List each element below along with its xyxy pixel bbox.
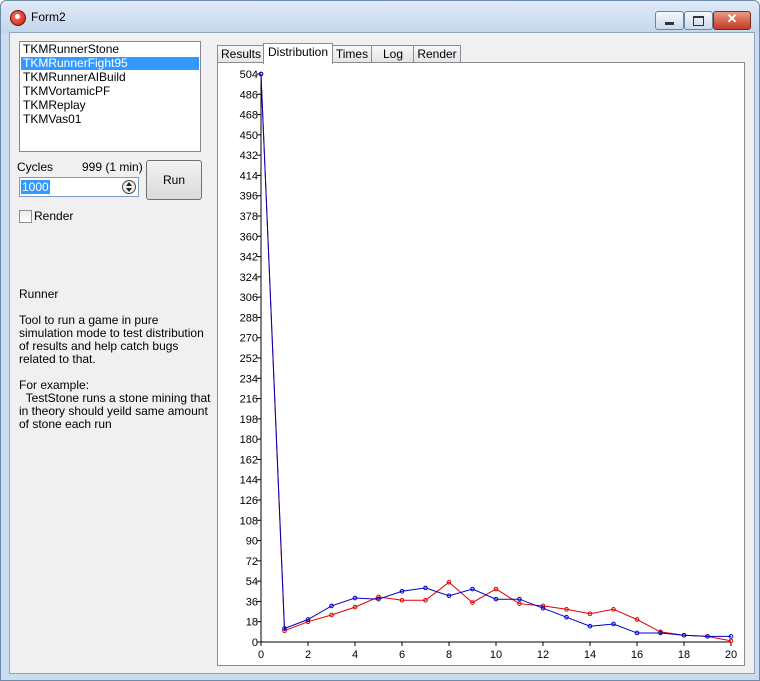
runner-item-aibuild[interactable]: TKMRunnerAIBuild xyxy=(21,71,199,84)
y-tick-label: 72 xyxy=(246,556,258,568)
x-tick-label: 10 xyxy=(490,649,502,661)
cycles-estimate: 999 (1 min) xyxy=(82,160,143,174)
y-tick-label: 18 xyxy=(246,617,258,629)
window-title: Form2 xyxy=(31,10,66,24)
y-tick-label: 414 xyxy=(240,170,258,182)
render-checkbox-label: Render xyxy=(34,209,74,223)
y-tick-label: 450 xyxy=(240,130,258,142)
x-tick-label: 2 xyxy=(305,649,311,661)
tab-log[interactable]: Log xyxy=(371,45,415,63)
app-icon xyxy=(10,10,26,26)
title-bar[interactable]: Form2 ✕ xyxy=(1,1,759,33)
render-checkbox[interactable] xyxy=(19,210,32,223)
x-tick-label: 4 xyxy=(352,649,358,661)
y-tick-label: 504 xyxy=(240,69,258,81)
runner-item-replay[interactable]: TKMReplay xyxy=(21,99,199,112)
description-example-text: TestStone runs a stone mining that in th… xyxy=(19,391,214,431)
y-tick-label: 108 xyxy=(240,515,258,527)
runner-description: Runner Tool to run a game in pure simula… xyxy=(19,288,214,431)
maximize-button[interactable] xyxy=(684,11,713,30)
cycles-value: 1000 xyxy=(21,180,50,194)
distribution-chart: 0183654729010812614416218019821623425227… xyxy=(240,69,737,661)
y-tick-label: 378 xyxy=(240,211,258,223)
runner-item-stone[interactable]: TKMRunnerStone xyxy=(21,43,199,56)
x-tick-label: 14 xyxy=(584,649,596,661)
distribution-page: 0 18 36 54 72 90 108 126 144 162 180 198 216 234 252 27… xyxy=(217,62,745,666)
y-tick-label: 90 xyxy=(246,536,258,548)
y-tick-label: 0 xyxy=(252,637,258,649)
x-tick-label: 18 xyxy=(678,649,690,661)
y-tick-label: 180 xyxy=(240,434,258,446)
y-tick-label: 324 xyxy=(240,272,258,284)
x-tick-label: 0 xyxy=(258,649,264,661)
y-tick-label: 36 xyxy=(246,596,258,608)
tab-results[interactable]: Results xyxy=(217,45,265,63)
y-tick-label: 288 xyxy=(240,312,258,324)
runner-item-vortamicpf[interactable]: TKMVortamicPF xyxy=(21,85,199,98)
y-tick-label: 486 xyxy=(240,89,258,101)
y-tick-label: 468 xyxy=(240,110,258,122)
y-tick-label: 342 xyxy=(240,252,258,264)
y-tick-label: 360 xyxy=(240,231,258,243)
y-tick-label: 252 xyxy=(240,353,258,365)
run-button[interactable]: Run xyxy=(146,160,202,200)
close-icon: ✕ xyxy=(726,11,738,26)
cycles-input[interactable]: 1000 xyxy=(19,177,139,197)
description-text: Tool to run a game in pure simulation mo… xyxy=(19,313,204,366)
y-tick-label: 198 xyxy=(240,414,258,426)
client-area: TKMRunnerStone TKMRunnerFight95 TKMRunne… xyxy=(9,32,755,674)
x-tick-label: 16 xyxy=(631,649,643,661)
close-button[interactable]: ✕ xyxy=(713,11,751,30)
y-tick-label: 306 xyxy=(240,292,258,304)
tab-render[interactable]: Render xyxy=(413,45,461,63)
form2-window: Form2 ✕ TKMRunnerStone TKMRunnerFight95 … xyxy=(0,0,760,681)
tab-distribution[interactable]: Distribution xyxy=(263,43,333,64)
description-heading: Runner xyxy=(19,287,59,301)
x-tick-label: 12 xyxy=(537,649,549,661)
y-tick-label: 144 xyxy=(240,475,258,487)
tab-times[interactable]: Times xyxy=(331,45,373,63)
spin-updown-icon[interactable] xyxy=(122,180,136,194)
y-tick-label: 432 xyxy=(240,150,258,162)
y-tick-label: 162 xyxy=(240,454,258,466)
y-tick-label: 234 xyxy=(240,373,258,385)
y-tick-label: 54 xyxy=(246,576,258,588)
y-tick-label: 216 xyxy=(240,394,258,406)
cycles-label: Cycles xyxy=(17,160,54,174)
runner-item-fight95[interactable]: TKMRunnerFight95 xyxy=(21,57,199,70)
y-tick-label: 396 xyxy=(240,191,258,203)
runner-listbox[interactable]: TKMRunnerStone TKMRunnerFight95 TKMRunne… xyxy=(19,41,201,152)
x-tick-label: 20 xyxy=(725,649,737,661)
x-tick-label: 8 xyxy=(446,649,452,661)
y-tick-label: 126 xyxy=(240,495,258,507)
y-tick-label: 270 xyxy=(240,333,258,345)
minimize-button[interactable] xyxy=(655,11,684,30)
x-tick-label: 6 xyxy=(399,649,405,661)
series-2-line xyxy=(260,73,731,637)
series-1-line xyxy=(260,73,732,642)
runner-item-vas01[interactable]: TKMVas01 xyxy=(21,113,199,126)
